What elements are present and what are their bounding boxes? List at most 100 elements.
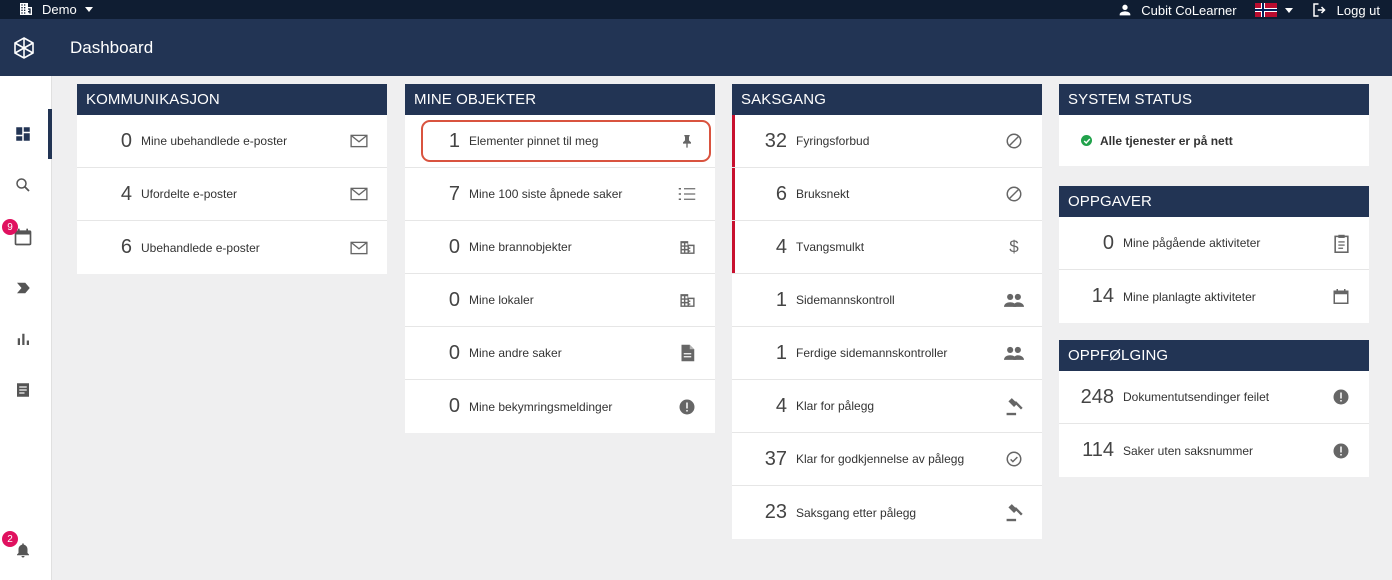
item-label: Mine andre saker: [469, 346, 562, 360]
card-system-status: SYSTEM STATUS Alle tjenester er på nett: [1059, 84, 1369, 166]
sidebar-item-process[interactable]: [12, 277, 34, 299]
calendar-icon: [1330, 286, 1352, 308]
item-label: Mine pågående aktiviteter: [1123, 236, 1261, 250]
card-title: SYSTEM STATUS: [1059, 84, 1369, 115]
list-item[interactable]: 4 Ufordelte e-poster: [77, 168, 387, 221]
item-label: Mine brannobjekter: [469, 240, 572, 254]
tenant-selector[interactable]: Demo: [18, 1, 93, 17]
card-oppfolging: OPPFØLGING 248 Dokumentutsendinger feile…: [1059, 340, 1369, 477]
card-kommunikasjon: KOMMUNIKASJON 0 Mine ubehandlede e-poste…: [77, 84, 387, 274]
list-icon: [676, 183, 698, 205]
item-label: Mine 100 siste åpnede saker: [469, 187, 623, 201]
alert-icon: [1330, 440, 1352, 462]
calendar-badge: 9: [2, 219, 18, 235]
item-count: 4: [775, 394, 787, 417]
gavel-icon: [1003, 502, 1025, 524]
block-icon: [1003, 183, 1025, 205]
card-title: MINE OBJEKTER: [405, 84, 715, 115]
list-item[interactable]: 0 Mine pågående aktiviteter: [1059, 217, 1369, 270]
list-item[interactable]: 1 Sidemannskontroll: [732, 274, 1042, 327]
list-item[interactable]: 23 Saksgang etter pålegg: [732, 486, 1042, 539]
arrow-tag-icon: [17, 282, 30, 294]
card-title: SAKSGANG: [732, 84, 1042, 115]
item-label: Tvangsmulkt: [796, 240, 865, 254]
chevron-down-icon: [84, 6, 93, 12]
list-item[interactable]: 37 Klar for godkjennelse av pålegg: [732, 433, 1042, 486]
item-label: Fyringsforbud: [796, 134, 870, 148]
item-count: 0: [120, 129, 132, 152]
list-item[interactable]: 6 Bruksnekt: [732, 168, 1042, 221]
item-label: Klar for godkjennelse av pålegg: [796, 452, 965, 466]
dollar-icon: $: [1009, 237, 1019, 256]
item-count: 14: [1091, 285, 1114, 307]
mail-icon: [348, 237, 370, 259]
norway-flag-icon: [1254, 3, 1277, 17]
alert-icon: [676, 396, 698, 418]
item-label: Ferdige sidemannskontroller: [796, 346, 948, 360]
user-icon: [1119, 4, 1131, 16]
item-count: 248: [1080, 385, 1114, 408]
list-item[interactable]: 0 Mine lokaler: [405, 274, 715, 327]
logout-label: Logg ut: [1336, 2, 1380, 18]
item-label: Ufordelte e-poster: [141, 187, 238, 201]
clipboard-icon: [1330, 232, 1352, 254]
card-title: OPPGAVER: [1059, 186, 1369, 217]
list-item[interactable]: 0 Mine ubehandlede e-poster: [77, 115, 387, 168]
logout-button[interactable]: Logg ut: [1311, 1, 1380, 19]
sidebar-item-reports[interactable]: [12, 328, 34, 350]
logout-icon: [1312, 3, 1326, 17]
sidebar-item-dashboard[interactable]: [12, 123, 34, 145]
dashboard-icon: [16, 127, 30, 141]
list-item[interactable]: 248 Dokumentutsendinger feilet: [1059, 371, 1369, 424]
list-item[interactable]: 32 Fyringsforbud: [732, 115, 1042, 168]
card-title: OPPFØLGING: [1059, 340, 1369, 371]
sidebar: 9 2: [0, 76, 52, 580]
item-count: 32: [764, 129, 787, 152]
tenant-name: Demo: [42, 1, 77, 17]
list-item[interactable]: 6 Ubehandlede e-poster: [77, 221, 387, 274]
list-item[interactable]: 1 Ferdige sidemannskontroller: [732, 327, 1042, 380]
document-list-icon: [17, 383, 29, 397]
language-selector[interactable]: [1254, 3, 1293, 17]
sidebar-item-search[interactable]: [12, 174, 34, 196]
app-header: Dashboard: [0, 19, 1392, 76]
item-count: 4: [775, 235, 787, 258]
item-count: 1: [775, 341, 787, 364]
top-strip: Demo Cubit CoLearner Logg ut: [0, 0, 1392, 19]
alert-icon: [1330, 386, 1352, 408]
check-circle-icon: [1081, 135, 1092, 146]
item-label: Ubehandlede e-poster: [141, 240, 260, 255]
status-row: Alle tjenester er på nett: [1059, 115, 1369, 166]
card-title: KOMMUNIKASJON: [77, 84, 387, 115]
building-icon: [20, 3, 32, 15]
building-icon: [676, 289, 698, 311]
list-item[interactable]: 4 Tvangsmulkt $: [732, 221, 1042, 274]
gavel-icon: [1003, 395, 1025, 417]
list-item[interactable]: 14 Mine planlagte aktiviteter: [1059, 270, 1369, 323]
item-label: Mine lokaler: [469, 293, 534, 307]
item-count: 0: [448, 235, 460, 258]
app-logo-icon[interactable]: [12, 36, 36, 60]
item-count: 0: [448, 288, 460, 311]
sidebar-active-indicator: [48, 109, 52, 159]
item-label: Mine planlagte aktiviteter: [1123, 289, 1256, 304]
item-count: 7: [448, 182, 460, 205]
item-label: Mine ubehandlede e-poster: [141, 134, 288, 148]
item-count: 6: [120, 236, 132, 258]
list-item[interactable]: 114 Saker uten saksnummer: [1059, 424, 1369, 477]
item-label: Bruksnekt: [796, 187, 850, 201]
list-item[interactable]: 4 Klar for pålegg: [732, 380, 1042, 433]
item-count: 6: [775, 182, 787, 205]
user-menu[interactable]: Cubit CoLearner: [1117, 2, 1237, 18]
block-icon: [1003, 130, 1025, 152]
people-icon: [1003, 342, 1025, 364]
item-label: Mine bekymringsmeldinger: [469, 399, 613, 414]
list-item[interactable]: 0 Mine brannobjekter: [405, 221, 715, 274]
sidebar-item-documents[interactable]: [12, 379, 34, 401]
list-item-pinned[interactable]: 1 Elementer pinnet til meg: [405, 115, 715, 168]
list-item[interactable]: 0 Mine bekymringsmeldinger: [405, 380, 715, 433]
building-icon: [676, 236, 698, 258]
list-item[interactable]: 7 Mine 100 siste åpnede saker: [405, 168, 715, 221]
item-count: 37: [764, 447, 787, 470]
list-item[interactable]: 0 Mine andre saker: [405, 327, 715, 380]
